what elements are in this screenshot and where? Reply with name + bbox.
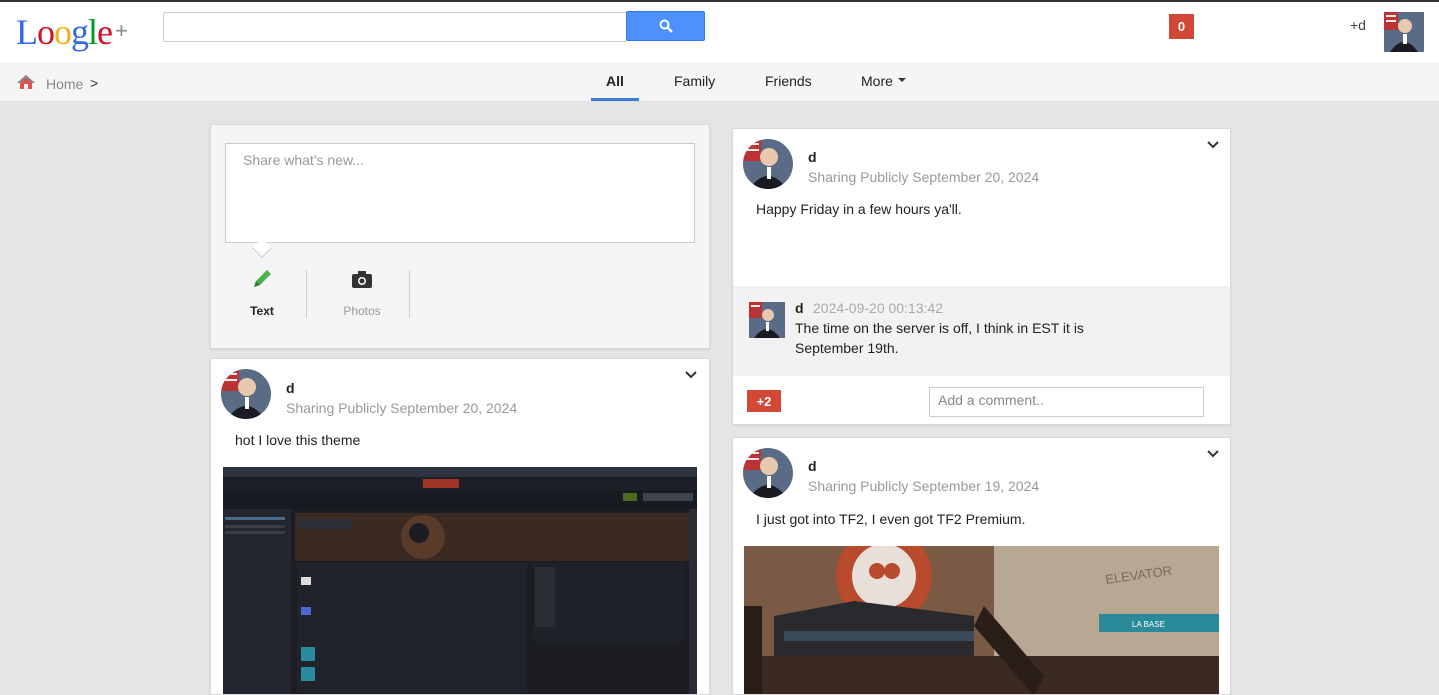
sign-text: LA BASE (1132, 620, 1165, 629)
tab-friends[interactable]: Friends (765, 73, 812, 89)
comment-timestamp: 2024-09-20 00:13:42 (813, 300, 943, 316)
post-image[interactable] (223, 467, 697, 694)
chevron-down-icon[interactable] (1207, 137, 1219, 153)
pencil-icon (254, 270, 271, 287)
avatar[interactable] (743, 139, 793, 189)
avatar[interactable] (1384, 12, 1424, 52)
tab-family[interactable]: Family (674, 73, 715, 89)
divider (409, 270, 410, 318)
post-image[interactable]: ELEVATOR LA BASE (744, 546, 1219, 694)
share-option-text[interactable]: Text (217, 267, 307, 318)
comment-author[interactable]: d (795, 300, 804, 316)
post-author[interactable]: d (286, 380, 295, 396)
avatar[interactable] (221, 369, 271, 419)
breadcrumb-home[interactable]: Home (46, 76, 83, 92)
comment-text: September 19th. (795, 340, 899, 356)
share-input[interactable]: Share what's new... (225, 143, 695, 243)
header: Loogle + 0 +d (0, 2, 1439, 62)
share-option-photos[interactable]: Photos (317, 267, 407, 318)
share-option-text-label: Text (250, 304, 274, 318)
comment-input[interactable]: Add a comment.. (929, 387, 1204, 417)
breadcrumb-separator: > (90, 75, 99, 91)
post-card: d Sharing Publicly September 20, 2024 ho… (210, 358, 710, 695)
avatar[interactable] (743, 448, 793, 498)
post-author[interactable]: d (808, 458, 817, 474)
camera-icon (352, 271, 372, 288)
chevron-down-icon[interactable] (1207, 446, 1219, 462)
post-text: Happy Friday in a few hours ya'll. (756, 201, 962, 217)
active-tab-indicator (591, 98, 639, 101)
notification-badge[interactable]: 0 (1169, 14, 1194, 39)
chevron-down-icon (897, 78, 906, 83)
comment: d 2024-09-20 00:13:42 The time on the se… (733, 286, 1230, 376)
chevron-down-icon[interactable] (685, 367, 697, 383)
search-icon (659, 19, 673, 33)
post-meta: Sharing Publicly September 19, 2024 (808, 478, 1040, 494)
logo[interactable]: Loogle + (16, 12, 128, 57)
post-meta: Sharing Publicly September 20, 2024 (286, 400, 518, 416)
comment-placeholder: Add a comment.. (938, 392, 1044, 408)
nav-bar: Home > All Family Friends More (0, 62, 1439, 102)
search-input[interactable] (163, 12, 627, 42)
tab-all[interactable]: All (606, 73, 624, 89)
post-text: I just got into TF2, I even got TF2 Prem… (756, 511, 1026, 527)
post-card: d Sharing Publicly September 20, 2024 Ha… (732, 128, 1231, 425)
share-card: Share what's new... Text Photos (210, 124, 710, 349)
divider (306, 270, 307, 318)
search-button[interactable] (626, 11, 705, 41)
user-name-link[interactable]: +d (1350, 17, 1366, 33)
avatar[interactable] (749, 302, 785, 338)
post-meta: Sharing Publicly September 20, 2024 (808, 169, 1040, 185)
tab-more[interactable]: More (861, 73, 906, 89)
home-icon[interactable] (16, 74, 36, 90)
plus-one-button[interactable]: +2 (747, 390, 781, 412)
comment-text: The time on the server is off, I think i… (795, 320, 1084, 336)
post-card: d Sharing Publicly September 19, 2024 I … (732, 437, 1231, 695)
post-author[interactable]: d (808, 149, 817, 165)
share-option-photos-label: Photos (343, 304, 381, 318)
post-text: hot I love this theme (235, 432, 361, 448)
share-placeholder: Share what's new... (243, 152, 364, 168)
